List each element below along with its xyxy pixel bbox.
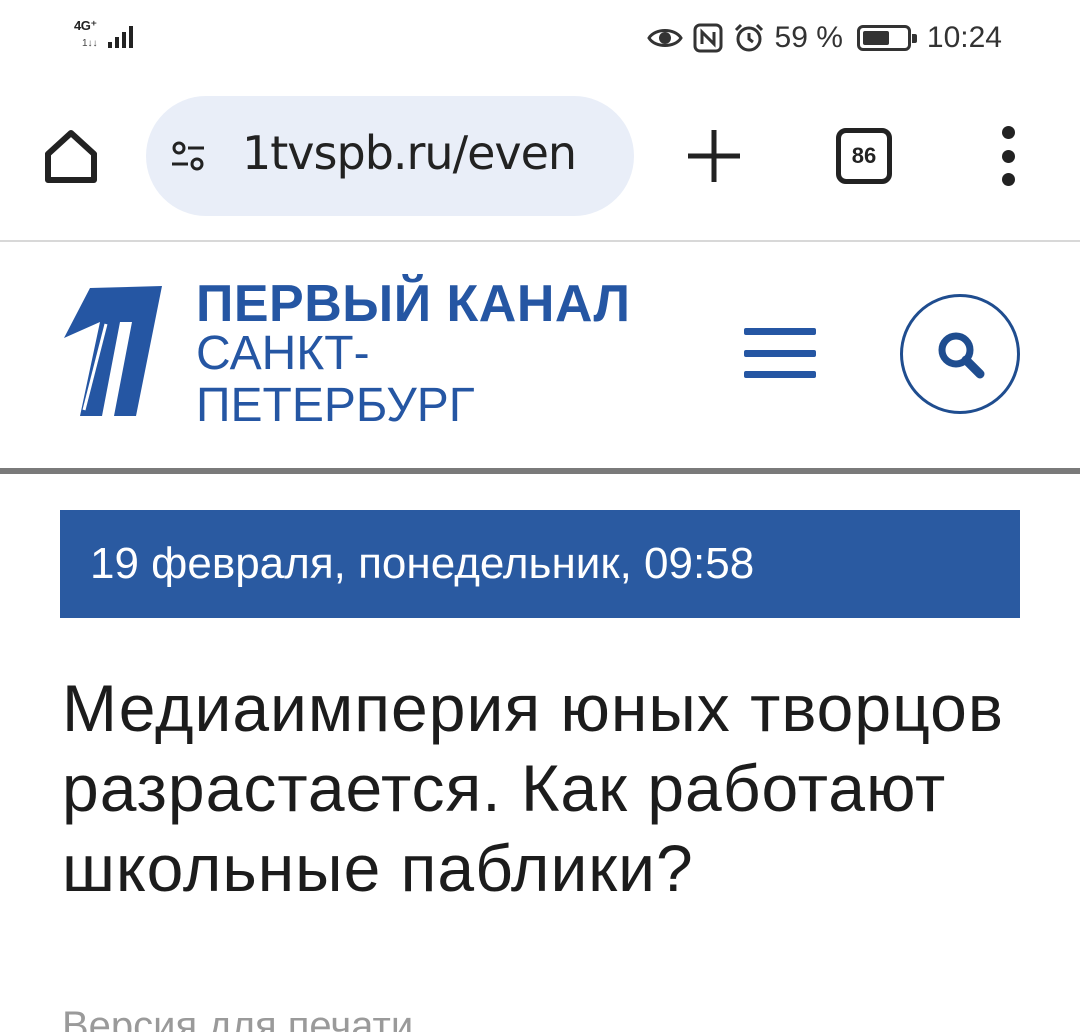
- network-type: 4G⁺: [74, 18, 97, 33]
- search-button[interactable]: [900, 294, 1020, 414]
- brand-city[interactable]: САНКТ-ПЕТЕРБУРГ: [196, 328, 556, 432]
- date-text: 19 февраля, понедельник, 09:58: [90, 539, 755, 588]
- status-bar: 4G⁺ 1↓↓ 59 % 10:24: [0, 0, 1080, 76]
- site-header: ПЕРВЫЙ КАНАЛ САНКТ-ПЕТЕРБУРГ: [0, 242, 1080, 468]
- home-icon: [45, 130, 97, 183]
- channel-one-logo-icon[interactable]: [62, 286, 164, 416]
- battery-percent: 59 %: [774, 21, 843, 54]
- new-tab-button[interactable]: [684, 126, 744, 186]
- battery-icon: [856, 25, 917, 51]
- hamburger-menu-icon[interactable]: [744, 328, 816, 378]
- status-indicators: 59 % 10:24: [646, 18, 1002, 58]
- home-button[interactable]: [38, 124, 104, 190]
- site-settings-icon[interactable]: [170, 138, 206, 174]
- brand-name[interactable]: ПЕРВЫЙ КАНАЛ: [196, 274, 631, 334]
- new-tab-icon: [688, 130, 740, 182]
- print-version-link[interactable]: Версия для печати: [62, 1004, 413, 1032]
- alarm-icon: [733, 22, 765, 54]
- address-bar[interactable]: 1tvspb.ru/even: [146, 96, 634, 216]
- tab-count: 86: [851, 143, 877, 168]
- search-icon: [938, 332, 985, 379]
- signal-icon: 4G⁺ 1↓↓: [74, 18, 136, 52]
- header-divider: [0, 468, 1080, 474]
- browser-toolbar: 1tvspb.ru/even 86: [0, 76, 1080, 240]
- article-title: Медиаимперия юных творцов разрастается. …: [62, 671, 1004, 905]
- date-banner: 19 февраля, понедельник, 09:58: [60, 510, 1020, 618]
- nfc-icon: [693, 23, 723, 53]
- network-activity: 1↓↓: [82, 38, 98, 49]
- more-menu-button[interactable]: [996, 126, 1020, 186]
- tabs-button[interactable]: 86: [836, 128, 892, 184]
- url-text[interactable]: 1tvspb.ru/even: [242, 126, 577, 180]
- eye-icon: [646, 25, 683, 51]
- clock: 10:24: [926, 21, 1002, 54]
